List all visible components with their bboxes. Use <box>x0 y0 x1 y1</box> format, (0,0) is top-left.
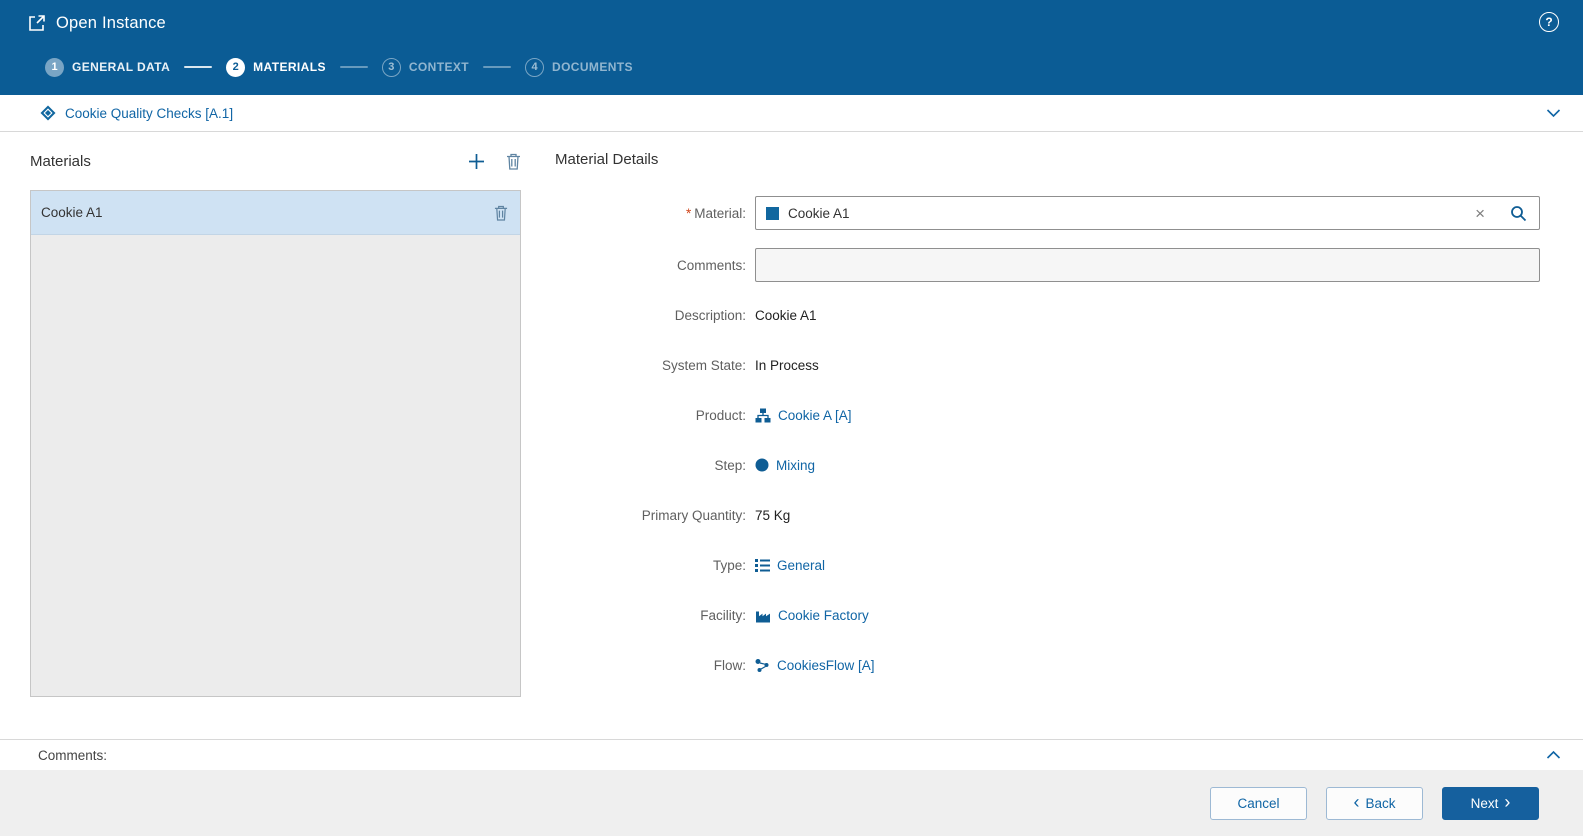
back-button[interactable]: ‹ Back <box>1326 786 1423 820</box>
stepper-step-documents[interactable]: 4 DOCUMENTS <box>525 57 633 77</box>
materials-panel-header: Materials <box>30 146 521 176</box>
product-label: Product: <box>695 407 746 423</box>
type-link[interactable]: General <box>755 558 825 573</box>
product-icon <box>755 408 771 423</box>
comments-section-bar: Comments: <box>0 739 1583 770</box>
step-number: 4 <box>525 57 544 77</box>
comments-label: Comments: <box>676 257 746 273</box>
step-label: DOCUMENTS <box>552 60 633 74</box>
type-row: Type: General <box>555 540 1540 590</box>
cancel-button-label: Cancel <box>1237 795 1280 811</box>
facility-label: Facility: <box>700 607 746 623</box>
facility-link[interactable]: Cookie Factory <box>755 608 869 623</box>
open-instance-icon <box>28 14 46 32</box>
stepper-connector <box>483 66 511 68</box>
flow-icon <box>755 658 770 673</box>
delete-material-button[interactable] <box>506 153 521 170</box>
dialog-footer: Cancel ‹ Back Next › <box>0 770 1583 836</box>
next-button[interactable]: Next › <box>1442 786 1539 820</box>
open-instance-dialog: Open Instance ? 1 GENERAL DATA 2 MATERIA… <box>0 0 1583 836</box>
stepper-connector <box>339 66 368 68</box>
step-label: GENERAL DATA <box>72 60 171 74</box>
system-state-value: In Process <box>755 357 819 373</box>
step-link[interactable]: Mixing <box>755 458 815 473</box>
facility-value: Cookie Factory <box>778 607 869 623</box>
flow-value: CookiesFlow [A] <box>777 657 875 673</box>
close-icon[interactable]: × <box>1473 205 1487 222</box>
primary-quantity-value: 75 Kg <box>755 507 791 523</box>
facility-row: Facility: Cookie Factory <box>555 590 1540 640</box>
chevron-up-icon[interactable] <box>1546 750 1561 760</box>
step-number: 1 <box>45 57 64 77</box>
wizard-stepper: 1 GENERAL DATA 2 MATERIALS 3 CONTEXT 4 D… <box>45 56 633 78</box>
comments-section-label: Comments: <box>38 747 108 763</box>
titlebar: Open Instance ? <box>0 0 1583 46</box>
list-item-label: Cookie A1 <box>41 205 103 220</box>
materials-panel-title: Materials <box>30 152 91 170</box>
description-label: Description: <box>674 307 746 323</box>
step-label: CONTEXT <box>408 60 469 74</box>
search-icon[interactable] <box>1510 205 1527 222</box>
type-value: General <box>777 557 826 573</box>
step-number: 2 <box>226 57 246 77</box>
flow-row: Flow: CookiesFlow [A] <box>555 640 1540 690</box>
list-item[interactable]: Cookie A1 <box>31 191 520 235</box>
stepper-step-general-data[interactable]: 1 GENERAL DATA <box>45 57 171 77</box>
primary-quantity-label: Primary Quantity: <box>641 507 746 523</box>
comments-field-row: Comments: <box>555 248 1540 282</box>
flow-label: Flow: <box>713 657 746 673</box>
required-marker: * <box>685 205 692 221</box>
materials-toolbar <box>467 152 521 171</box>
next-button-label: Next <box>1470 795 1499 811</box>
add-material-button[interactable] <box>467 152 486 171</box>
breadcrumb-link[interactable]: Cookie Quality Checks [A.1] <box>65 106 233 121</box>
stepper-connector <box>184 66 213 68</box>
chevron-down-icon[interactable] <box>1546 109 1561 118</box>
stepper-step-context[interactable]: 3 CONTEXT <box>381 57 469 77</box>
step-row: Step: Mixing <box>555 440 1540 490</box>
material-input[interactable]: Cookie A1 × <box>755 196 1540 230</box>
product-value: Cookie A [A] <box>778 407 852 423</box>
description-value: Cookie A1 <box>755 307 817 323</box>
system-state-row: System State: In Process <box>555 340 1540 390</box>
instance-diamond-icon <box>40 105 56 121</box>
material-square-icon <box>766 206 779 220</box>
help-icon[interactable]: ? <box>1539 12 1559 32</box>
cancel-button[interactable]: Cancel <box>1210 786 1307 820</box>
back-button-label: Back <box>1365 795 1396 811</box>
type-label: Type: <box>712 557 746 573</box>
primary-quantity-row: Primary Quantity: 75 Kg <box>555 490 1540 540</box>
row-trash-icon[interactable] <box>494 205 508 221</box>
step-label: Step: <box>714 457 746 473</box>
step-icon <box>755 458 769 472</box>
product-row: Product: Cookie A [A] <box>555 390 1540 440</box>
context-bar: Cookie Quality Checks [A.1] <box>0 95 1583 132</box>
details-panel-title: Material Details <box>555 151 659 168</box>
step-number: 3 <box>381 57 401 77</box>
step-label: MATERIALS <box>253 60 326 74</box>
material-field-row: * Material: Cookie A1 × <box>555 196 1540 230</box>
system-state-label: System State: <box>661 357 746 373</box>
dialog-header: Open Instance ? 1 GENERAL DATA 2 MATERIA… <box>0 0 1583 95</box>
material-label: * Material: <box>685 205 746 221</box>
comments-input[interactable] <box>755 248 1540 282</box>
page-title: Open Instance <box>56 13 166 32</box>
description-row: Description: Cookie A1 <box>555 290 1540 340</box>
type-icon <box>755 558 770 572</box>
product-link[interactable]: Cookie A [A] <box>755 408 852 423</box>
flow-link[interactable]: CookiesFlow [A] <box>755 658 875 673</box>
stepper-step-materials[interactable]: 2 MATERIALS <box>226 57 326 77</box>
material-details-form: * Material: Cookie A1 × Comments: Descri… <box>555 179 1540 690</box>
material-value: Cookie A1 <box>788 205 850 221</box>
facility-icon <box>755 608 771 623</box>
materials-list: Cookie A1 <box>30 190 521 697</box>
step-value: Mixing <box>776 457 816 473</box>
